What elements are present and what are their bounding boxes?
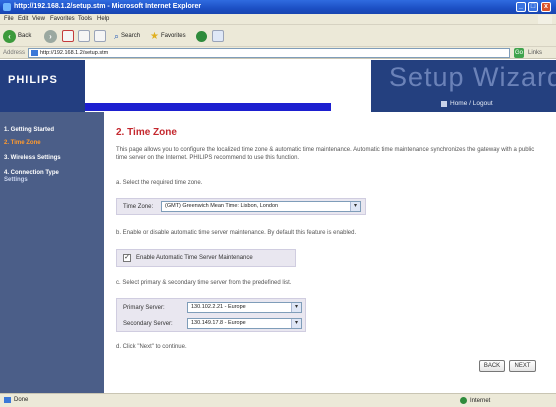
primary-server-select[interactable]: 130.102.2.21 - Europe ▾ bbox=[187, 302, 302, 313]
search-button[interactable]: ⌕ Search bbox=[114, 29, 140, 43]
address-bar: Address http://192.168.1.2/setup.stm Go … bbox=[0, 47, 556, 59]
enable-maintenance-label: Enable Automatic Time Server Maintenance bbox=[136, 255, 253, 261]
sidebar-item-getting-started[interactable]: 1. Getting Started bbox=[4, 127, 54, 134]
step-b-text: b. Enable or disable automatic time serv… bbox=[116, 230, 357, 236]
go-button[interactable]: Go bbox=[514, 48, 524, 58]
favorites-label: Favorites bbox=[160, 33, 186, 39]
search-icon: ⌕ bbox=[114, 30, 120, 41]
window-title: http://192.168.1.2/setup.stm - Microsoft… bbox=[14, 3, 202, 10]
status-done: Done bbox=[4, 397, 28, 403]
refresh-button[interactable] bbox=[78, 29, 90, 43]
back-button[interactable]: ‹ Back bbox=[3, 29, 31, 43]
step-a-text: a. Select the required time zone. bbox=[116, 180, 203, 186]
page-icon bbox=[31, 50, 38, 56]
time-zone-label: Time Zone: bbox=[123, 204, 154, 210]
chevron-down-icon: ▾ bbox=[291, 319, 301, 328]
media-button[interactable] bbox=[196, 29, 207, 43]
next-button[interactable]: NEXT bbox=[509, 360, 536, 372]
zone-text: Internet bbox=[470, 397, 491, 404]
menu-tools[interactable]: Tools bbox=[78, 16, 92, 22]
page-title: 2. Time Zone bbox=[116, 127, 177, 138]
home-button[interactable] bbox=[94, 29, 106, 43]
menu-file[interactable]: File bbox=[4, 16, 14, 22]
sidebar-item-time-zone[interactable]: 2. Time Zone bbox=[4, 140, 41, 147]
back-wizard-button[interactable]: BACK bbox=[479, 360, 505, 372]
secondary-server-value: 130.149.17.8 - Europe bbox=[191, 320, 246, 326]
back-label: Back bbox=[18, 33, 32, 39]
address-label: Address bbox=[3, 50, 26, 56]
main-content: 2. Time Zone This page allows you to con… bbox=[104, 112, 556, 393]
menu-view[interactable]: View bbox=[32, 16, 45, 22]
time-zone-value: (GMT) Greenwich Mean Time: Lisbon, Londo… bbox=[165, 203, 279, 209]
links-button[interactable]: Links bbox=[528, 50, 542, 56]
window-title-bar: http://192.168.1.2/setup.stm - Microsoft… bbox=[0, 0, 556, 14]
browser-toolbar: ‹ Back › ⌕ Search ★ Favorites bbox=[0, 25, 556, 47]
time-zone-panel: Time Zone: (GMT) Greenwich Mean Time: Li… bbox=[116, 198, 366, 215]
sidebar-item-connection-type[interactable]: 4. Connection Type bbox=[4, 170, 59, 177]
home-logout-link[interactable]: Home / Logout bbox=[441, 100, 493, 107]
status-bar: Done Internet bbox=[0, 393, 556, 407]
windows-logo-icon bbox=[538, 15, 552, 24]
home-icon bbox=[94, 30, 106, 42]
secondary-server-select[interactable]: 130.149.17.8 - Europe ▾ bbox=[187, 318, 302, 329]
menu-favorites[interactable]: Favorites bbox=[50, 16, 75, 22]
intro-text: This page allows you to configure the lo… bbox=[116, 147, 535, 161]
time-zone-select[interactable]: (GMT) Greenwich Mean Time: Lisbon, Londo… bbox=[161, 201, 361, 212]
globe-icon bbox=[460, 397, 467, 404]
step-d-text: d. Click "Next" to continue. bbox=[116, 344, 187, 350]
page-icon bbox=[4, 397, 11, 403]
stop-icon bbox=[62, 30, 74, 42]
forward-button[interactable]: › bbox=[44, 29, 57, 43]
enable-maintenance-checkbox[interactable]: ✓ bbox=[123, 254, 131, 262]
maximize-button[interactable]: □ bbox=[528, 2, 538, 12]
primary-server-value: 130.102.2.21 - Europe bbox=[191, 304, 246, 310]
menu-edit[interactable]: Edit bbox=[18, 16, 28, 22]
media-icon bbox=[196, 30, 207, 42]
favorites-button[interactable]: ★ Favorites bbox=[150, 29, 186, 43]
page-header: PHILIPS Setup Wizard Home / Logout bbox=[0, 60, 556, 112]
search-label: Search bbox=[121, 33, 141, 39]
setup-wizard-banner: Setup Wizard Home / Logout bbox=[371, 60, 556, 112]
time-server-panel: Primary Server: 130.102.2.21 - Europe ▾ … bbox=[116, 298, 306, 332]
close-button[interactable]: x bbox=[541, 2, 551, 12]
secondary-server-label: Secondary Server: bbox=[123, 321, 173, 327]
chevron-down-icon: ▾ bbox=[350, 202, 360, 211]
back-arrow-icon: ‹ bbox=[3, 29, 16, 43]
mail-icon bbox=[212, 30, 224, 42]
address-input[interactable]: http://192.168.1.2/setup.stm bbox=[28, 48, 510, 58]
status-text: Done bbox=[14, 397, 29, 403]
address-url: http://192.168.1.2/setup.stm bbox=[40, 50, 109, 56]
sidebar-item-wireless-settings[interactable]: 3. Wireless Settings bbox=[4, 155, 61, 162]
wizard-sidebar: 1. Getting Started 2. Time Zone 3. Wirel… bbox=[0, 112, 104, 393]
home-icon bbox=[441, 100, 447, 107]
mail-button[interactable] bbox=[212, 29, 224, 43]
logo-area: PHILIPS bbox=[0, 60, 85, 112]
stop-button[interactable] bbox=[62, 29, 74, 43]
menu-help[interactable]: Help bbox=[97, 16, 109, 22]
menu-bar: File Edit View Favorites Tools Help bbox=[0, 14, 556, 25]
primary-server-label: Primary Server: bbox=[123, 305, 165, 311]
chevron-down-icon: ▾ bbox=[291, 303, 301, 312]
minimize-button[interactable]: _ bbox=[516, 2, 526, 12]
step-c-text: c. Select primary & secondary time serve… bbox=[116, 280, 292, 286]
ie-icon bbox=[3, 3, 11, 11]
philips-logo: PHILIPS bbox=[8, 74, 58, 86]
home-logout-label: Home / Logout bbox=[450, 100, 493, 107]
forward-arrow-icon: › bbox=[44, 29, 57, 43]
refresh-icon bbox=[78, 30, 90, 42]
maintenance-panel: ✓ Enable Automatic Time Server Maintenan… bbox=[116, 249, 296, 267]
security-zone: Internet bbox=[460, 397, 490, 404]
sidebar-item-connection-type-settings[interactable]: Settings bbox=[4, 177, 28, 184]
setup-wizard-title: Setup Wizard bbox=[389, 62, 556, 92]
header-accent-bar bbox=[85, 103, 331, 111]
star-icon: ★ bbox=[150, 30, 159, 42]
